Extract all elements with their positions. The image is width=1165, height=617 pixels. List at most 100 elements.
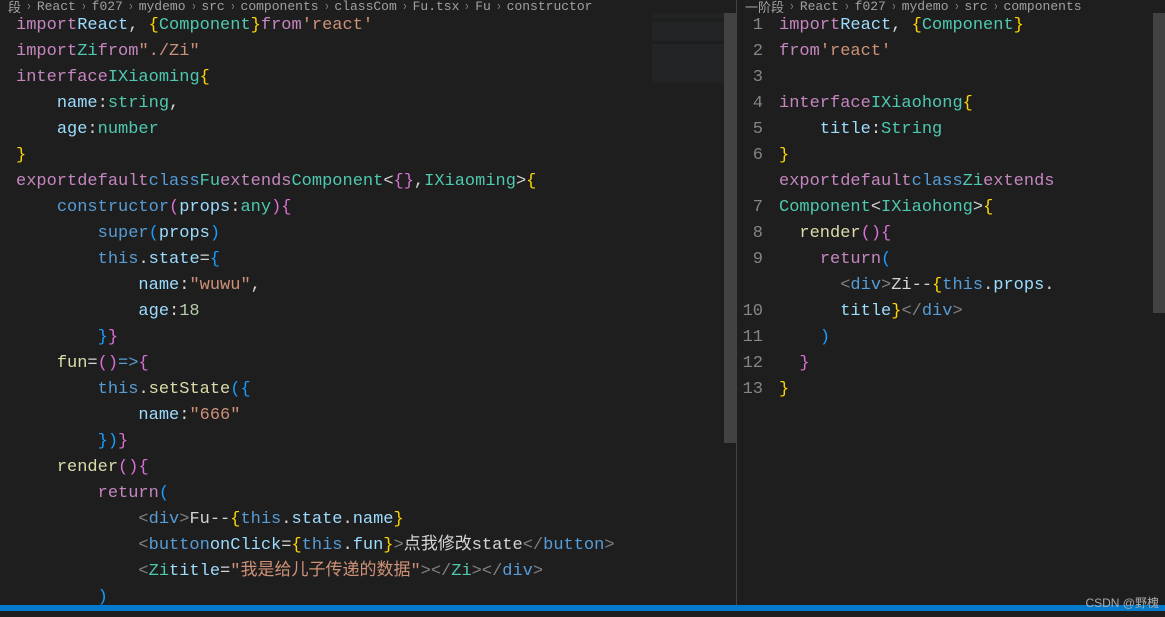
breadcrumb-item[interactable]: 一阶段 — [745, 0, 784, 13]
editor-pane-left: 段 › React › f027 › mydemo › src › components › class… — [0, 0, 736, 605]
chevron-right-icon: › — [81, 0, 86, 13]
watermark: CSDN @野槐 — [1085, 594, 1159, 611]
breadcrumb-item[interactable]: constructor — [507, 0, 593, 13]
code-line[interactable]: } — [779, 143, 1165, 169]
scroll-thumb[interactable] — [1153, 13, 1165, 313]
line-number — [737, 273, 763, 299]
breadcrumb-item[interactable]: components — [241, 0, 319, 13]
code-line[interactable]: <buttononClick={this.fun}>点我修改state</but… — [16, 533, 736, 559]
code-line[interactable]: this.setState({ — [16, 377, 736, 403]
editor-split-view: 段 › React › f027 › mydemo › src › components › class… — [0, 0, 1165, 605]
line-number: 7 — [737, 195, 763, 221]
code-line[interactable]: importReact, {Component}from'react' — [16, 13, 736, 39]
code-line[interactable]: <div>Zi--{this.props. — [779, 273, 1165, 299]
code-line[interactable]: <Zititle="我是给儿子传递的数据"></Zi></div> — [16, 559, 736, 585]
code-line[interactable]: this.state={ — [16, 247, 736, 273]
chevron-right-icon: › — [954, 0, 959, 13]
code-line[interactable]: render(){ — [779, 221, 1165, 247]
code-line[interactable]: title:String — [779, 117, 1165, 143]
line-number: 6 — [737, 143, 763, 169]
code-line[interactable]: importZifrom"./Zi" — [16, 39, 736, 65]
code-left[interactable]: importReact, {Component}from'react'impor… — [16, 13, 736, 605]
chevron-right-icon: › — [993, 0, 998, 13]
code-line[interactable]: }} — [16, 325, 736, 351]
breadcrumb-item[interactable]: mydemo — [902, 0, 949, 13]
code-line[interactable]: importReact, {Component} — [779, 13, 1165, 39]
minimap[interactable] — [652, 13, 724, 83]
code-line[interactable]: title}</div> — [779, 299, 1165, 325]
breadcrumb-left[interactable]: 段 › React › f027 › mydemo › src › components › class… — [0, 0, 736, 13]
chevron-right-icon: › — [230, 0, 235, 13]
code-line[interactable]: interfaceIXiaoming{ — [16, 65, 736, 91]
breadcrumb-item[interactable]: components — [1004, 0, 1082, 13]
code-line[interactable]: exportdefaultclassFuextendsComponent<{},… — [16, 169, 736, 195]
breadcrumb-item[interactable]: mydemo — [139, 0, 186, 13]
breadcrumb-item[interactable]: Fu — [475, 0, 491, 13]
breadcrumb-item[interactable]: 段 — [8, 0, 21, 13]
code-line[interactable] — [779, 65, 1165, 91]
line-number: 5 — [737, 117, 763, 143]
chevron-right-icon: › — [128, 0, 133, 13]
breadcrumb-item[interactable]: src — [964, 0, 987, 13]
breadcrumb-item[interactable]: React — [800, 0, 839, 13]
status-bar[interactable] — [0, 605, 1165, 611]
line-number: 4 — [737, 91, 763, 117]
line-number: 8 — [737, 221, 763, 247]
chevron-right-icon: › — [496, 0, 501, 13]
code-line[interactable]: exportdefaultclassZiextends — [779, 169, 1165, 195]
code-line[interactable]: <div>Fu--{this.state.name} — [16, 507, 736, 533]
breadcrumb-item[interactable]: f027 — [855, 0, 886, 13]
code-line[interactable]: } — [779, 377, 1165, 403]
code-line[interactable]: name:string, — [16, 91, 736, 117]
code-line[interactable]: ) — [779, 325, 1165, 351]
code-editor-right[interactable]: 12345678910111213 importReact, {Componen… — [737, 13, 1165, 605]
line-number: 2 — [737, 39, 763, 65]
code-editor-left[interactable]: importReact, {Component}from'react'impor… — [0, 13, 736, 605]
chevron-right-icon: › — [891, 0, 896, 13]
scroll-thumb[interactable] — [724, 13, 736, 443]
line-number: 11 — [737, 325, 763, 351]
breadcrumb-item[interactable]: f027 — [92, 0, 123, 13]
code-line[interactable] — [779, 403, 1165, 429]
line-number: 10 — [737, 299, 763, 325]
code-line[interactable]: } — [16, 143, 736, 169]
code-line[interactable]: interfaceIXiaohong{ — [779, 91, 1165, 117]
code-line[interactable]: })} — [16, 429, 736, 455]
code-line[interactable]: Component<IXiaohong>{ — [779, 195, 1165, 221]
code-line[interactable]: super(props) — [16, 221, 736, 247]
line-number — [737, 403, 763, 429]
code-line[interactable]: name:"666" — [16, 403, 736, 429]
chevron-right-icon: › — [191, 0, 196, 13]
chevron-right-icon: › — [844, 0, 849, 13]
breadcrumb-item[interactable]: classCom — [334, 0, 396, 13]
line-number: 13 — [737, 377, 763, 403]
chevron-right-icon: › — [465, 0, 470, 13]
code-right[interactable]: importReact, {Component}from'react' inter… — [779, 13, 1165, 605]
code-line[interactable]: name:"wuwu", — [16, 273, 736, 299]
code-line[interactable]: render(){ — [16, 455, 736, 481]
line-number: 9 — [737, 247, 763, 273]
scrollbar-left[interactable] — [724, 13, 736, 605]
code-line[interactable]: constructor(props:any){ — [16, 195, 736, 221]
code-line[interactable]: age:18 — [16, 299, 736, 325]
breadcrumb-item[interactable]: Fu.tsx — [413, 0, 460, 13]
code-line[interactable]: fun=()=>{ — [16, 351, 736, 377]
code-line[interactable]: from'react' — [779, 39, 1165, 65]
code-line[interactable]: } — [779, 351, 1165, 377]
chevron-right-icon: › — [402, 0, 407, 13]
code-line[interactable]: ) — [16, 585, 736, 605]
breadcrumb-item[interactable]: src — [201, 0, 224, 13]
breadcrumb-item[interactable]: React — [37, 0, 76, 13]
line-number: 12 — [737, 351, 763, 377]
line-number: 3 — [737, 65, 763, 91]
chevron-right-icon: › — [789, 0, 794, 13]
code-line[interactable]: age:number — [16, 117, 736, 143]
gutter-right: 12345678910111213 — [737, 13, 779, 605]
code-line[interactable]: return( — [779, 247, 1165, 273]
breadcrumb-right[interactable]: 一阶段 › React › f027 › mydemo › src › components — [737, 0, 1165, 13]
editor-pane-right: 一阶段›React›f027›mydemo›src›components 123… — [737, 0, 1165, 605]
line-number: 1 — [737, 13, 763, 39]
scrollbar-right[interactable] — [1153, 13, 1165, 605]
line-number — [737, 169, 763, 195]
code-line[interactable]: return( — [16, 481, 736, 507]
